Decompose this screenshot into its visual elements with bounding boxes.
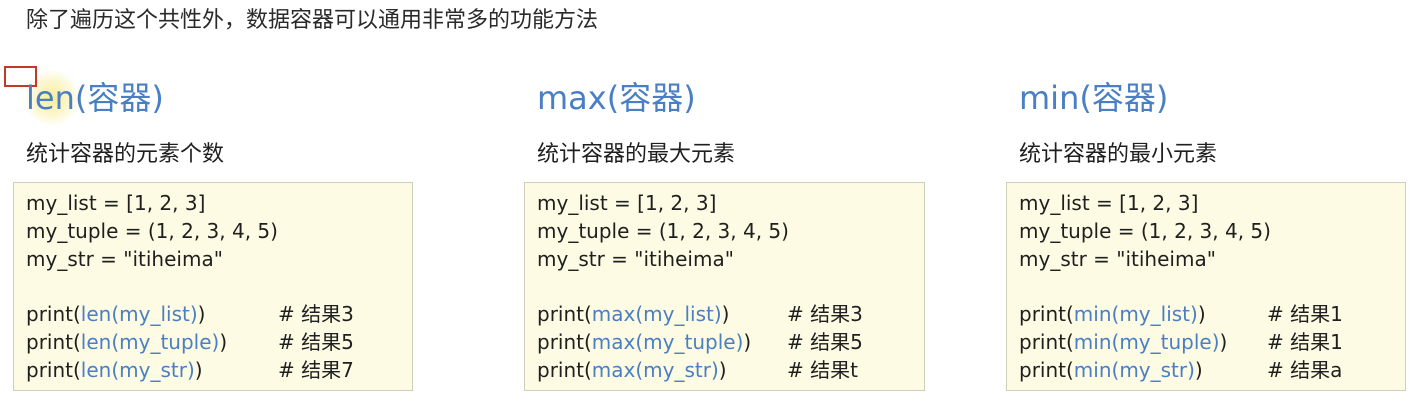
page-heading: 除了遍历这个共性外，数据容器可以通用非常多的功能方法 bbox=[26, 8, 599, 33]
code-print-line: print(max(my_str)) # 结果t bbox=[537, 358, 858, 382]
code-print-line: print(len(my_tuple)) # 结果5 bbox=[26, 330, 354, 354]
code-line: my_tuple = (1, 2, 3, 4, 5) bbox=[1019, 219, 1271, 243]
code-print-line: print(min(my_list)) # 结果1 bbox=[1019, 302, 1343, 326]
code-comment: # 结果7 bbox=[278, 358, 354, 382]
code-print-line: print(len(my_list)) # 结果3 bbox=[26, 302, 354, 326]
len-code-block: my_list = [1, 2, 3] my_tuple = (1, 2, 3,… bbox=[13, 182, 413, 391]
min-function-title: min(容器) bbox=[1019, 79, 1169, 117]
code-comment: # 结果5 bbox=[787, 330, 863, 354]
code-comment: # 结果3 bbox=[278, 302, 354, 326]
code-call: min(my_tuple) bbox=[1073, 330, 1220, 354]
code-comment: # 结果3 bbox=[787, 302, 863, 326]
code-line: my_list = [1, 2, 3] bbox=[26, 191, 206, 215]
code-print-line: print(max(my_list)) # 结果3 bbox=[537, 302, 863, 326]
code-line: my_list = [1, 2, 3] bbox=[1019, 191, 1199, 215]
max-code-block: my_list = [1, 2, 3] my_tuple = (1, 2, 3,… bbox=[524, 182, 925, 391]
code-comment: # 结果t bbox=[787, 358, 858, 382]
code-comment: # 结果a bbox=[1267, 358, 1343, 382]
len-function-title: len(容器) bbox=[26, 79, 164, 117]
code-line: my_str = "itiheima" bbox=[1019, 247, 1216, 271]
code-print-line: print(min(my_str)) # 结果a bbox=[1019, 358, 1343, 382]
code-call: min(my_str) bbox=[1073, 358, 1195, 382]
code-line: my_str = "itiheima" bbox=[537, 247, 734, 271]
code-call: max(my_list) bbox=[591, 302, 722, 326]
max-function-title: max(容器) bbox=[537, 79, 696, 117]
code-line: my_tuple = (1, 2, 3, 4, 5) bbox=[26, 219, 278, 243]
code-comment: # 结果5 bbox=[278, 330, 354, 354]
code-print-line: print(max(my_tuple)) # 结果5 bbox=[537, 330, 863, 354]
len-function-description: 统计容器的元素个数 bbox=[26, 142, 225, 167]
min-code-block: my_list = [1, 2, 3] my_tuple = (1, 2, 3,… bbox=[1006, 182, 1406, 391]
code-call: min(my_list) bbox=[1073, 302, 1198, 326]
code-print-line: print(min(my_tuple)) # 结果1 bbox=[1019, 330, 1343, 354]
code-line: my_list = [1, 2, 3] bbox=[537, 191, 717, 215]
code-call: max(my_str) bbox=[591, 358, 719, 382]
max-function-description: 统计容器的最大元素 bbox=[537, 142, 736, 167]
code-print-line: print(len(my_str)) # 结果7 bbox=[26, 358, 354, 382]
code-comment: # 结果1 bbox=[1267, 302, 1343, 326]
code-call: len(my_str) bbox=[80, 358, 195, 382]
code-comment: # 结果1 bbox=[1267, 330, 1343, 354]
code-call: len(my_list) bbox=[80, 302, 198, 326]
code-call: len(my_tuple) bbox=[80, 330, 220, 354]
min-function-description: 统计容器的最小元素 bbox=[1019, 142, 1218, 167]
code-line: my_tuple = (1, 2, 3, 4, 5) bbox=[537, 219, 789, 243]
code-line: my_str = "itiheima" bbox=[26, 247, 223, 271]
code-call: max(my_tuple) bbox=[591, 330, 744, 354]
